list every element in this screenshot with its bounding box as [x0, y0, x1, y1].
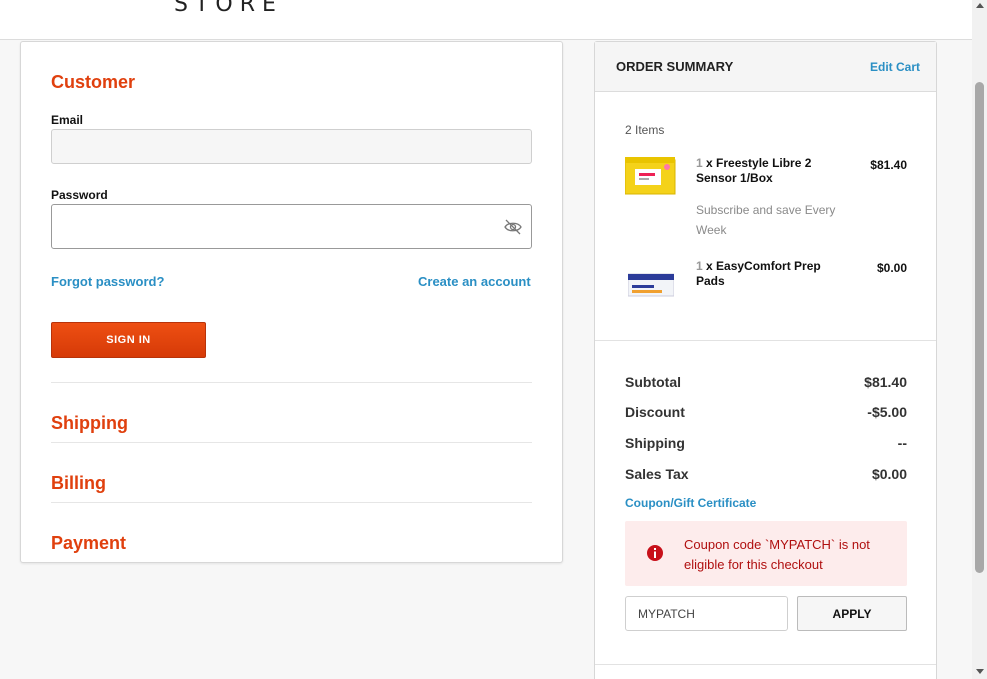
- product-price: $81.40: [870, 158, 907, 172]
- product-name-text: x Freestyle Libre 2 Sensor 1/Box: [696, 156, 812, 185]
- scrollbar-thumb[interactable]: [975, 82, 984, 573]
- create-account-link[interactable]: Create an account: [418, 274, 531, 289]
- edit-cart-link[interactable]: Edit Cart: [870, 60, 920, 74]
- store-logo[interactable]: STORE: [174, 0, 283, 17]
- sales-tax-value: $0.00: [871, 466, 907, 482]
- coupon-error-alert: Coupon code `MYPATCH` is not eligible fo…: [625, 521, 907, 586]
- password-label: Password: [51, 188, 108, 202]
- discount-label: Discount: [625, 404, 685, 420]
- top-header: STORE: [0, 0, 972, 40]
- error-icon: [647, 545, 663, 561]
- order-summary-panel: ORDER SUMMARY Edit Cart 2 Items 1 x Free…: [594, 41, 937, 679]
- sign-in-button[interactable]: SIGN IN: [51, 322, 206, 358]
- shipping-value: --: [897, 435, 907, 451]
- product-image-easycomfort-pads[interactable]: [628, 272, 674, 298]
- email-label: Email: [51, 113, 84, 127]
- subtotal-label: Subtotal: [625, 374, 681, 390]
- customer-section-title: Customer: [51, 72, 136, 92]
- page-scrollbar[interactable]: [972, 0, 987, 679]
- payment-section-title[interactable]: Payment: [51, 533, 126, 554]
- email-field[interactable]: [51, 129, 532, 164]
- product-name-freestyle-libre[interactable]: 1 x Freestyle Libre 2 Sensor 1/Box: [696, 156, 836, 186]
- coupon-error-message: Coupon code `MYPATCH` is not eligible fo…: [684, 537, 870, 572]
- section-divider: [51, 442, 532, 443]
- subscription-note: Subscribe and save Every Week: [696, 203, 836, 237]
- coupon-gift-certificate-link[interactable]: Coupon/Gift Certificate: [625, 496, 756, 510]
- section-divider: [51, 502, 532, 503]
- apply-coupon-button[interactable]: APPLY: [797, 596, 907, 631]
- product-image-freestyle-libre[interactable]: [625, 155, 676, 195]
- password-field[interactable]: [51, 204, 532, 249]
- checkout-panel: Customer Email Password Forgot password?…: [20, 41, 563, 563]
- forgot-password-link[interactable]: Forgot password?: [51, 274, 164, 289]
- coupon-code-input[interactable]: [625, 596, 788, 631]
- summary-divider: [595, 664, 936, 665]
- section-divider: [51, 382, 532, 383]
- subtotal-value: $81.40: [864, 374, 907, 390]
- product-qty: 1: [696, 259, 703, 273]
- scroll-up-arrow-icon[interactable]: [976, 3, 984, 8]
- billing-section-title[interactable]: Billing: [51, 473, 106, 494]
- discount-value: -$5.00: [867, 404, 907, 420]
- order-summary-header: ORDER SUMMARY Edit Cart: [595, 42, 936, 92]
- product-price: $0.00: [876, 261, 907, 275]
- product-qty: 1: [696, 156, 703, 170]
- sales-tax-label: Sales Tax: [625, 466, 689, 482]
- hide-password-icon[interactable]: [503, 217, 523, 237]
- shipping-section-title[interactable]: Shipping: [51, 413, 128, 434]
- scroll-down-arrow-icon[interactable]: [976, 669, 984, 674]
- product-name-easycomfort[interactable]: 1 x EasyComfort Prep Pads: [696, 259, 836, 289]
- summary-divider: [595, 340, 936, 341]
- shipping-label: Shipping: [625, 435, 685, 451]
- product-name-text: x EasyComfort Prep Pads: [696, 259, 821, 288]
- items-count: 2 Items: [625, 123, 665, 137]
- order-summary-title: ORDER SUMMARY: [616, 59, 734, 74]
